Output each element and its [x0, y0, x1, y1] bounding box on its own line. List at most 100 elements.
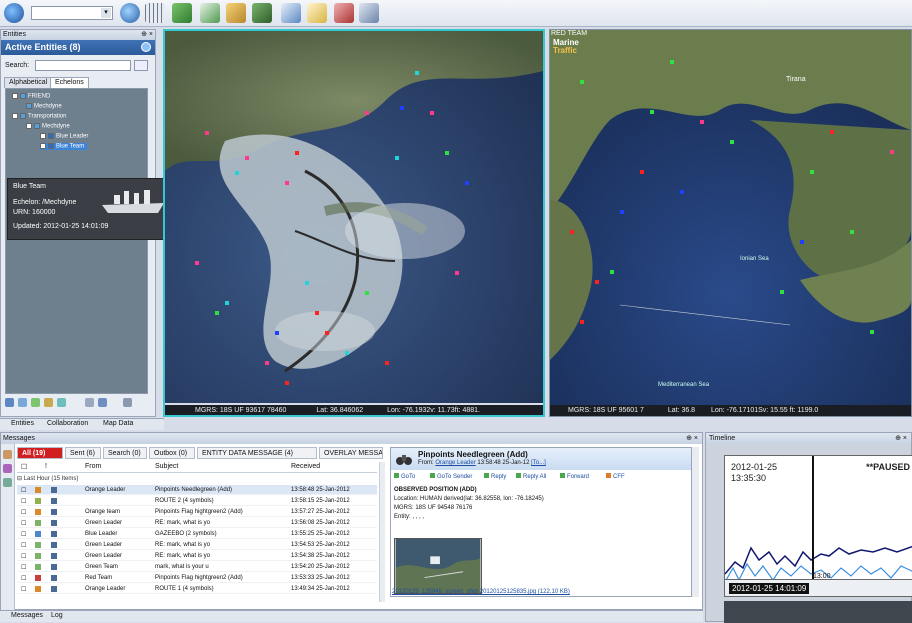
- filter-icon[interactable]: [98, 398, 107, 407]
- tab-all[interactable]: All (19): [17, 447, 63, 459]
- column-received[interactable]: Received: [291, 463, 320, 470]
- compose-icon[interactable]: [3, 450, 12, 459]
- message-row[interactable]: ☐ Red Team Pinpoints Flag hightgreen2 (Add…: [17, 573, 377, 583]
- row-checkbox[interactable]: ☐: [21, 498, 26, 505]
- collapse-icon[interactable]: ⊟: [17, 476, 24, 482]
- tab-messages[interactable]: Messages: [0, 612, 43, 619]
- column-subject[interactable]: Subject: [155, 463, 178, 470]
- globe-icon[interactable]: [4, 3, 24, 23]
- message-row[interactable]: ☐ Orange Leader ROUTE 1 (4 symbols) 13:49:3…: [17, 584, 377, 594]
- draw-icon[interactable]: [200, 3, 220, 23]
- chat-icon[interactable]: [18, 398, 27, 407]
- goto-button[interactable]: GoTo: [394, 473, 415, 480]
- flag-icon[interactable]: [35, 575, 41, 583]
- row-checkbox[interactable]: ☐: [21, 586, 26, 593]
- edit-icon[interactable]: [44, 398, 53, 407]
- earth-icon[interactable]: [120, 3, 140, 23]
- forward-button[interactable]: Forward: [560, 473, 589, 480]
- attachment-link[interactable]: 20120125_135848_screen_shot 201201251258…: [392, 589, 570, 595]
- message-row[interactable]: ☐ Green Team mark, what is your u 13:54:20 …: [17, 562, 377, 572]
- checkbox[interactable]: [40, 133, 46, 139]
- tree-item-selected[interactable]: Blue Team: [40, 143, 88, 150]
- flag-icon[interactable]: [35, 531, 41, 539]
- search-input[interactable]: [35, 60, 131, 71]
- search-button[interactable]: [134, 60, 148, 71]
- row-checkbox[interactable]: ☐: [21, 487, 26, 494]
- row-checkbox[interactable]: ☐: [21, 542, 26, 549]
- tab-log[interactable]: Log: [40, 612, 63, 619]
- folder-icon[interactable]: [3, 464, 12, 473]
- tree-item[interactable]: Mechdyne: [26, 103, 62, 110]
- map-view-left[interactable]: MGRS: 18S UF 93617 78460 Lat: 36.846062 …: [163, 29, 545, 417]
- from-link[interactable]: Orange Leader: [435, 460, 475, 466]
- pin-icon[interactable]: ⊕ ×: [141, 30, 153, 38]
- flag-icon[interactable]: [35, 487, 41, 495]
- tab-overlay[interactable]: OVERLAY MESSA: [319, 447, 383, 459]
- refresh-icon[interactable]: [141, 42, 151, 52]
- map-view-right[interactable]: RED TEAM Marine Traffic Tirana Ionian Sea…: [549, 29, 912, 417]
- settings-icon[interactable]: [359, 3, 379, 23]
- goto-sender-button[interactable]: GoTo Sender: [430, 473, 472, 480]
- select-all-checkbox[interactable]: ☐: [21, 463, 27, 471]
- tab-outbox[interactable]: Outbox (0): [149, 447, 195, 459]
- reply-all-button[interactable]: Reply All: [516, 473, 546, 480]
- book-icon[interactable]: [252, 3, 272, 23]
- row-checkbox[interactable]: ☐: [21, 553, 26, 560]
- tab-echelons[interactable]: Echelons: [50, 77, 89, 88]
- message-list-scrollbar[interactable]: [379, 462, 385, 602]
- row-checkbox[interactable]: ☐: [21, 564, 26, 571]
- group-icon[interactable]: [31, 398, 40, 407]
- tree-item[interactable]: Blue Leader: [40, 133, 88, 140]
- tab-sent[interactable]: Sent (6): [65, 447, 101, 459]
- checkbox[interactable]: [26, 123, 32, 129]
- list-icon[interactable]: [85, 398, 94, 407]
- message-row[interactable]: ☐ Orange team Pinpoints Flag hightgreen2 (…: [17, 507, 377, 517]
- contacts-icon[interactable]: [3, 478, 12, 487]
- cff-button[interactable]: CFF: [606, 473, 625, 480]
- column-from[interactable]: From: [85, 463, 101, 470]
- checkbox[interactable]: [12, 93, 18, 99]
- tab-entity-data[interactable]: ENTITY DATA MESSAGE (4): [197, 447, 317, 459]
- satellite-map-left[interactable]: [165, 31, 543, 403]
- flag-icon[interactable]: [35, 564, 41, 572]
- row-checkbox[interactable]: ☐: [21, 520, 26, 527]
- flag-icon[interactable]: [35, 509, 41, 517]
- flag-icon[interactable]: [35, 542, 41, 550]
- message-row[interactable]: ☐ Green Leader RE: mark, what is yo 13:56:0…: [17, 518, 377, 528]
- tab-collaboration[interactable]: Collaboration: [36, 420, 88, 427]
- tab-entities[interactable]: Entities: [0, 420, 34, 427]
- message-row[interactable]: ☐ Green Leader RE: mark, what is yo 13:54:3…: [17, 551, 377, 561]
- reply-button[interactable]: Reply: [484, 473, 506, 480]
- message-row[interactable]: ☐ Orange Leader Pinpoints Needlegreen (Add…: [17, 485, 377, 495]
- satellite-map-right[interactable]: [550, 30, 911, 406]
- row-checkbox[interactable]: ☐: [21, 509, 26, 516]
- message-detail-scrollbar[interactable]: [692, 447, 699, 597]
- priority-icon[interactable]: !: [45, 463, 47, 470]
- tree-item[interactable]: Transportation: [12, 113, 66, 120]
- measure-icon[interactable]: [226, 3, 246, 23]
- print-icon[interactable]: [123, 398, 132, 407]
- row-checkbox[interactable]: ☐: [21, 575, 26, 582]
- chevron-down-icon[interactable]: ▾: [101, 8, 111, 18]
- message-row[interactable]: ☐ Green Leader RE: mark, what is yo 13:54:5…: [17, 540, 377, 550]
- to-link[interactable]: [To...]: [531, 460, 546, 466]
- message-group[interactable]: ⊟ Last Hour (15 Items): [17, 475, 377, 484]
- row-checkbox[interactable]: ☐: [21, 531, 26, 538]
- tree-item[interactable]: FRIEND: [12, 93, 50, 100]
- link-icon[interactable]: [57, 398, 66, 407]
- layer-icon[interactable]: [5, 398, 14, 407]
- pin-icon[interactable]: ⊕ ×: [895, 433, 907, 444]
- tab-map-data[interactable]: Map Data: [92, 420, 133, 427]
- flag-icon[interactable]: [35, 498, 41, 506]
- tree-item[interactable]: Mechdyne: [26, 123, 70, 130]
- note-icon[interactable]: [307, 3, 327, 23]
- message-row[interactable]: ☐ Blue Leader GAZEEBO (2 symbols) 13:55:25 …: [17, 529, 377, 539]
- tab-search[interactable]: Search (0): [103, 447, 147, 459]
- flag-icon[interactable]: [35, 586, 41, 594]
- chat-icon[interactable]: [281, 3, 301, 23]
- attachment-thumbnail[interactable]: [394, 538, 482, 594]
- message-row[interactable]: ☐ ROUTE 2 (4 symbols) 13:58:15 25-Jan-2012: [17, 496, 377, 506]
- tab-alphabetical[interactable]: Alphabetical: [4, 77, 53, 88]
- checkbox[interactable]: [40, 143, 46, 149]
- layer-select[interactable]: ▾: [31, 6, 113, 20]
